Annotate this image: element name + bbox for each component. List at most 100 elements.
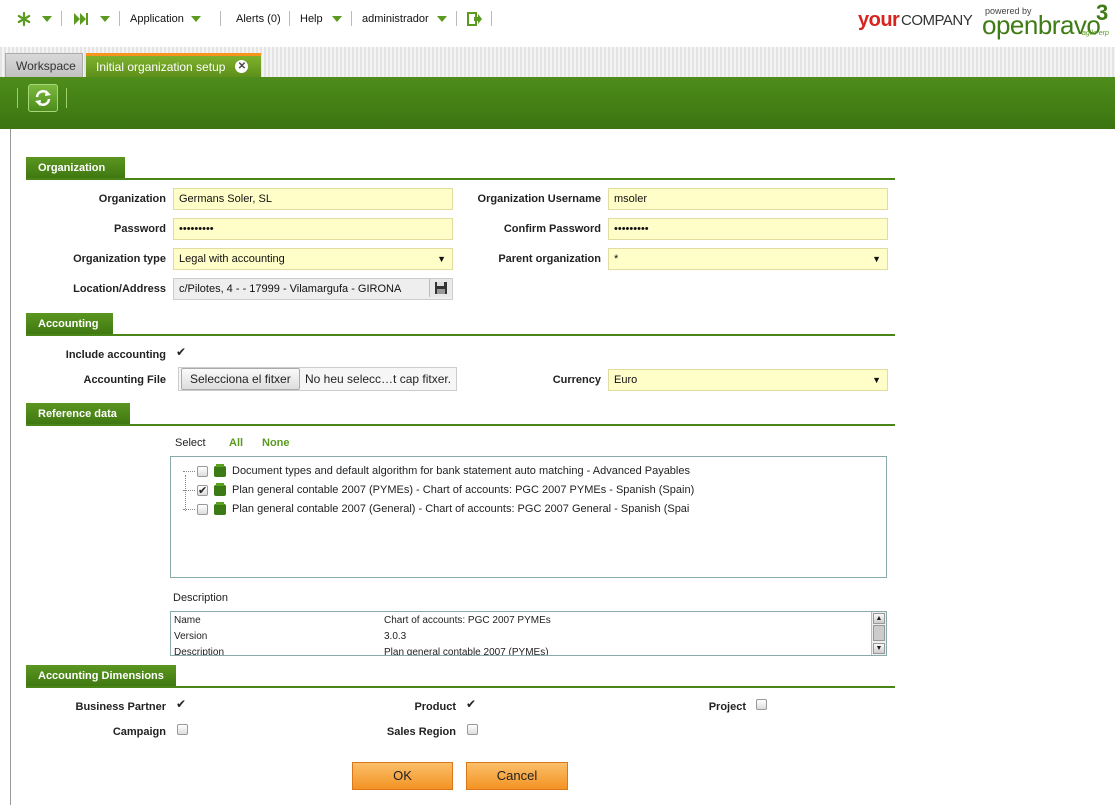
location-picker-button[interactable] — [429, 279, 451, 297]
business-partner-label: Business Partner — [75, 701, 166, 713]
password-field[interactable]: ••••••••• — [173, 218, 453, 240]
section-reference-data[interactable]: Reference data — [26, 403, 130, 426]
reference-data-tree: Document types and default algorithm for… — [170, 456, 887, 578]
campaign-checkbox[interactable] — [177, 724, 188, 735]
select-label: Select — [175, 437, 206, 449]
openbravo-version-logo: 3 — [1096, 0, 1109, 25]
quick-launch-icon[interactable] — [16, 10, 32, 28]
description-value: Chart of accounts: PGC 2007 PYMEs — [384, 615, 551, 626]
organization-label: Organization — [98, 193, 166, 205]
user-menu[interactable]: administrador — [362, 10, 429, 28]
user-label: administrador — [362, 13, 429, 25]
description-value: 3.0.3 — [384, 631, 407, 642]
module-icon — [214, 501, 226, 515]
sales-region-label: Sales Region — [386, 726, 456, 738]
section-accounting-dimensions[interactable]: Accounting Dimensions — [26, 665, 176, 688]
reference-item-label: Plan general contable 2007 (General) - C… — [232, 503, 690, 515]
confirm-password-label: Confirm Password — [503, 223, 601, 235]
chosen-file-name: No heu selecc…t cap fitxer. — [305, 372, 452, 386]
parent-organization-label: Parent organization — [498, 253, 601, 265]
product-checkbox[interactable]: ✔ — [466, 698, 478, 710]
form-toolbar — [0, 77, 1115, 129]
location-value: c/Pilotes, 4 - - 17999 - Vilamargufa - G… — [179, 283, 402, 295]
scroll-thumb[interactable] — [873, 625, 885, 641]
application-menu-caret-icon[interactable] — [191, 10, 201, 28]
reference-item[interactable]: Plan general contable 2007 (General) - C… — [183, 500, 689, 518]
section-dimensions-divider — [26, 686, 895, 688]
company-logo-your: your — [858, 9, 900, 31]
tab-setup-label: Initial organization setup — [96, 59, 226, 74]
module-icon — [214, 482, 226, 496]
confirm-password-field[interactable]: ••••••••• — [608, 218, 888, 240]
reference-item-label: Plan general contable 2007 (PYMEs) - Cha… — [232, 484, 695, 496]
refresh-button[interactable] — [28, 84, 58, 112]
quick-create-caret-icon[interactable] — [100, 10, 110, 28]
alerts-link[interactable]: Alerts (0) — [236, 10, 281, 28]
reference-item[interactable]: ✔ Plan general contable 2007 (PYMEs) - C… — [183, 481, 694, 499]
reference-item-label: Document types and default algorithm for… — [232, 465, 690, 477]
alerts-label: Alerts (0) — [236, 13, 281, 25]
location-field[interactable]: c/Pilotes, 4 - - 17999 - Vilamargufa - G… — [173, 278, 453, 300]
user-menu-caret-icon[interactable] — [437, 10, 447, 28]
location-label: Location/Address — [73, 283, 166, 295]
section-reference-divider — [26, 424, 895, 426]
reference-item-checkbox[interactable]: ✔ — [197, 484, 208, 496]
help-menu-caret-icon[interactable] — [332, 10, 342, 28]
tab-workspace-label: Workspace — [16, 58, 76, 73]
description-key: Name — [174, 615, 201, 626]
help-menu[interactable]: Help — [300, 10, 323, 28]
project-label: Project — [708, 701, 746, 713]
section-organization[interactable]: Organization — [26, 157, 125, 180]
choose-file-button[interactable]: Selecciona el fitxer — [181, 368, 300, 390]
floppy-icon — [434, 282, 447, 294]
project-checkbox[interactable] — [756, 699, 767, 710]
section-accounting[interactable]: Accounting — [26, 313, 113, 336]
business-partner-checkbox[interactable]: ✔ — [176, 698, 188, 710]
select-all-link[interactable]: All — [229, 437, 243, 449]
scroll-down-icon[interactable]: ▼ — [873, 643, 885, 654]
close-tab-icon[interactable]: ✕ — [235, 60, 249, 73]
help-label: Help — [300, 13, 323, 25]
company-logo-company: COMPANY — [901, 12, 973, 29]
tab-workspace[interactable]: Workspace — [5, 53, 83, 77]
organization-type-label: Organization type — [73, 253, 166, 265]
description-label: Description — [173, 592, 229, 604]
reference-item-checkbox[interactable] — [197, 465, 208, 477]
description-box: Name Chart of accounts: PGC 2007 PYMEs V… — [170, 611, 887, 656]
organization-username-field[interactable]: msoler — [608, 188, 888, 210]
description-key: Description — [174, 647, 225, 656]
application-menu[interactable]: Application — [130, 10, 184, 28]
logout-icon[interactable] — [467, 10, 483, 28]
section-accounting-divider — [26, 334, 895, 336]
openbravo-tagline: agile erp — [1082, 30, 1109, 37]
module-icon — [214, 463, 226, 477]
select-none-link[interactable]: None — [262, 437, 290, 449]
organization-field[interactable]: Germans Soler, SL — [173, 188, 453, 210]
parent-organization-select[interactable]: * — [608, 248, 888, 270]
application-menu-label: Application — [130, 13, 184, 25]
reference-item[interactable]: Document types and default algorithm for… — [183, 462, 690, 480]
currency-select[interactable]: Euro — [608, 369, 888, 391]
password-label: Password — [114, 223, 166, 235]
section-organization-divider — [26, 178, 895, 180]
top-navigation-bar: Application Alerts (0) Help administrado… — [0, 0, 1115, 47]
quick-create-icon[interactable] — [73, 10, 89, 28]
campaign-label: Campaign — [112, 726, 166, 738]
product-label: Product — [414, 701, 456, 713]
ok-button[interactable]: OK — [352, 762, 453, 790]
include-accounting-label: Include accounting — [65, 349, 166, 361]
organization-username-label: Organization Username — [477, 193, 601, 205]
refresh-icon — [35, 90, 51, 106]
sales-region-checkbox[interactable] — [467, 724, 478, 735]
cancel-button[interactable]: Cancel — [466, 762, 568, 790]
description-key: Version — [174, 631, 208, 642]
description-value: Plan general contable 2007 (PYMEs) — [384, 647, 549, 656]
reference-item-checkbox[interactable] — [197, 503, 208, 515]
description-scrollbar[interactable]: ▲ ▼ — [871, 612, 886, 655]
include-accounting-checkbox[interactable]: ✔ — [176, 346, 188, 358]
tab-strip: Workspace Initial organization setup ✕ — [0, 47, 1115, 77]
quick-launch-caret-icon[interactable] — [42, 10, 52, 28]
organization-type-select[interactable]: Legal with accounting — [173, 248, 453, 270]
scroll-up-icon[interactable]: ▲ — [873, 613, 885, 624]
tab-initial-organization-setup[interactable]: Initial organization setup ✕ — [86, 53, 261, 77]
